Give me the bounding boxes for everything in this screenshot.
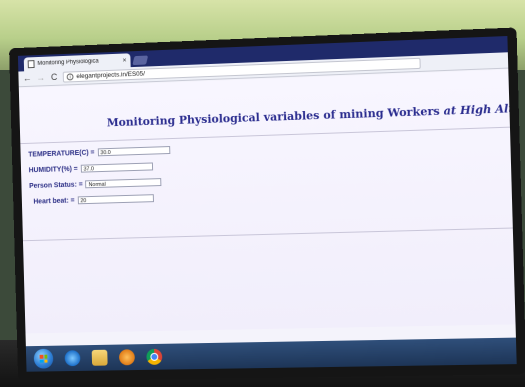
forward-button[interactable]: →: [36, 72, 46, 82]
temperature-row: TEMPERATURE(C) = 30.0: [28, 146, 170, 159]
media-player-icon[interactable]: [118, 349, 135, 366]
page-title-main: Monitoring Physiological variables of mi…: [106, 104, 444, 130]
person-status-label: Person Status: =: [29, 180, 83, 190]
header-divider: [20, 126, 510, 145]
temperature-label: TEMPERATURE(C) =: [28, 149, 95, 159]
windows-taskbar: [25, 337, 517, 372]
heart-beat-field[interactable]: 20: [77, 194, 154, 205]
web-page: Monitoring Physiological variables of mi…: [18, 69, 517, 334]
heart-beat-label: Heart beat: =: [33, 196, 75, 206]
site-info-icon[interactable]: i: [66, 73, 74, 81]
monitor: Monitoring Physiologica × ← → C i elegan…: [9, 27, 525, 382]
page-icon: [27, 60, 35, 69]
tab-title: Monitoring Physiologica: [37, 58, 99, 67]
heart-beat-row: Heart beat: = 20: [33, 194, 154, 206]
url-text: elegantprojects.in/ES05/: [76, 70, 146, 81]
internet-explorer-icon[interactable]: [64, 350, 81, 367]
humidity-field[interactable]: 37.0: [80, 162, 153, 173]
start-button[interactable]: [33, 348, 54, 369]
screen: Monitoring Physiologica × ← → C i elegan…: [17, 35, 517, 372]
humidity-label: HUMIDITY(%) =: [28, 165, 78, 174]
person-status-field[interactable]: Normal: [85, 178, 162, 189]
page-title: Monitoring Physiological variables of mi…: [106, 101, 517, 130]
file-explorer-icon[interactable]: [91, 349, 108, 366]
windows-logo-icon: [39, 354, 48, 363]
person-status-row: Person Status: = Normal: [29, 178, 162, 190]
reload-button[interactable]: C: [49, 72, 59, 82]
content-divider: [22, 227, 513, 242]
humidity-row: HUMIDITY(%) = 37.0: [29, 162, 153, 174]
google-chrome-icon[interactable]: [146, 348, 163, 365]
page-title-italic: at High Altitude: [443, 100, 517, 118]
new-tab-button[interactable]: [132, 55, 149, 66]
back-button[interactable]: ←: [22, 73, 32, 83]
temperature-field[interactable]: 30.0: [97, 146, 170, 157]
tab-close-icon[interactable]: ×: [122, 57, 126, 64]
